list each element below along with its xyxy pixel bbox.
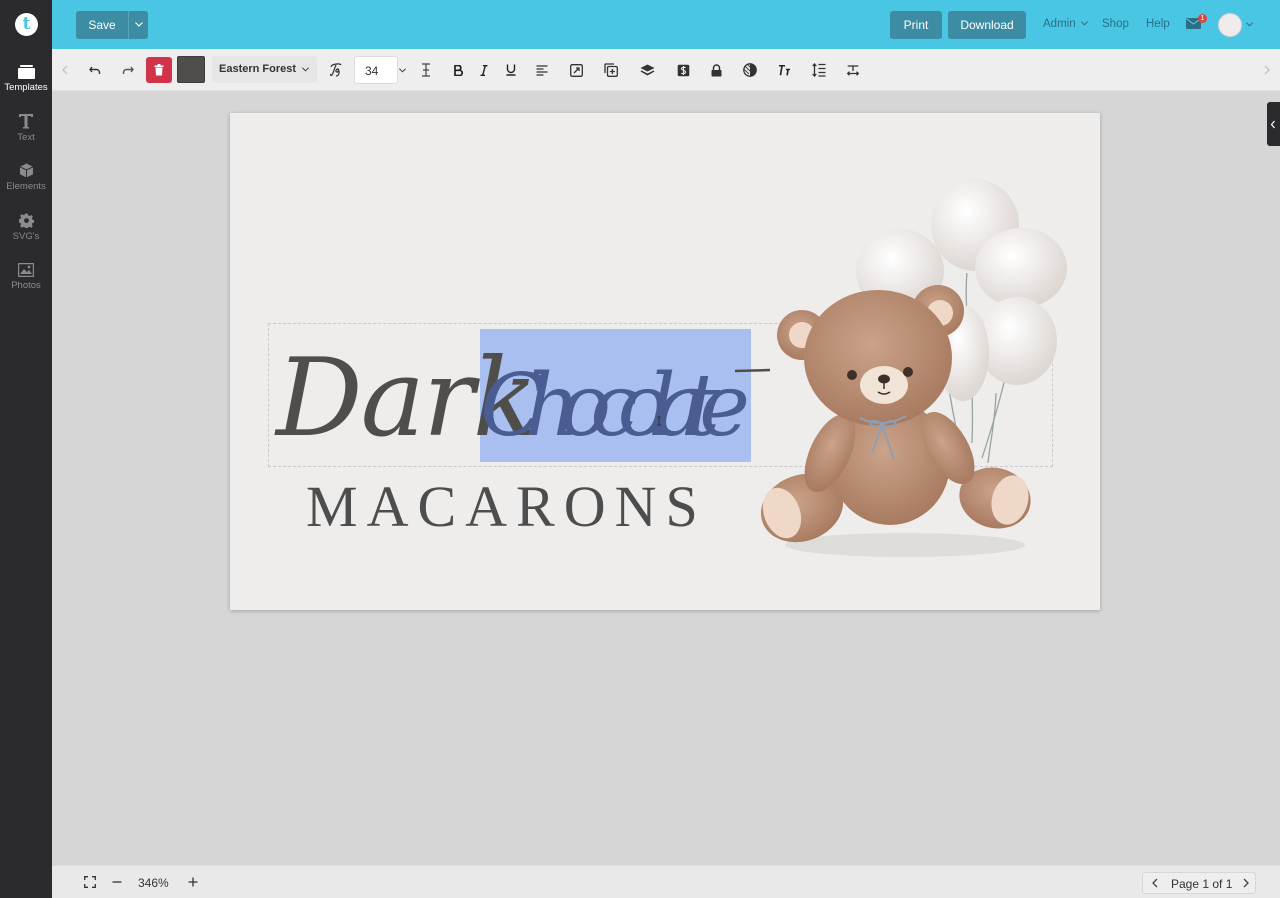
underline-icon (506, 64, 516, 76)
text-cursor-icon (422, 63, 430, 77)
sidebar-label-elements: Elements (6, 181, 46, 192)
text-transform-icon (779, 64, 790, 75)
duplicate-button[interactable] (600, 49, 622, 91)
toolbar-scroll-left[interactable] (58, 49, 72, 91)
sidebar-item-svgs[interactable]: SVG's (0, 213, 52, 242)
gear-icon (18, 213, 34, 228)
line-height-icon (812, 63, 826, 77)
fullscreen-icon[interactable] (84, 876, 96, 888)
templates-icon (17, 65, 35, 79)
page-label: Page 1 of 1 (1171, 877, 1233, 891)
text-icon (19, 114, 33, 129)
left-sidebar: t Templates Text Elements SVG's Photos (0, 0, 52, 898)
undo-icon (89, 66, 101, 74)
format-toolbar: Eastern Forest 34 (52, 49, 1280, 91)
zoom-in-icon[interactable] (188, 877, 198, 887)
chevron-right-icon (1264, 65, 1270, 75)
chevron-down-icon (135, 22, 143, 27)
save-button[interactable]: Save (76, 11, 148, 39)
script-underline-stroke (734, 368, 771, 373)
next-page-icon[interactable] (1243, 878, 1249, 888)
mail-badge: 1 (1198, 14, 1207, 23)
layers-icon (640, 64, 654, 76)
chevron-down-icon (399, 68, 406, 73)
app-logo[interactable]: t (15, 13, 38, 36)
admin-menu-label: Admin (1043, 18, 1076, 30)
letter-spacing-button[interactable] (842, 49, 864, 91)
align-button[interactable] (532, 49, 552, 91)
chevron-left-icon (1270, 120, 1275, 129)
dollar-icon (677, 64, 689, 76)
chevron-down-icon (1080, 21, 1088, 27)
print-button[interactable]: Print (890, 11, 942, 39)
font-style-button[interactable] (326, 49, 346, 91)
sidebar-label-text: Text (17, 132, 35, 143)
bold-icon (453, 64, 463, 76)
trash-icon (154, 64, 164, 76)
lock-icon (711, 63, 721, 76)
previous-page-icon[interactable] (1152, 878, 1158, 888)
resize-button[interactable] (565, 49, 587, 91)
redo-icon (122, 66, 134, 74)
sidebar-label-photos: Photos (11, 280, 41, 291)
font-style-icon (329, 63, 342, 77)
sidebar-item-templates[interactable]: Templates (0, 64, 52, 93)
bold-button[interactable] (448, 49, 468, 91)
opacity-button[interactable] (739, 49, 761, 91)
help-link[interactable]: Help (1146, 18, 1170, 30)
text-color-swatch[interactable] (177, 56, 205, 83)
text-cursor-button[interactable] (416, 49, 436, 91)
price-tag-button[interactable] (672, 49, 694, 91)
toolbar-scroll-right[interactable] (1260, 49, 1274, 91)
sidebar-label-svgs: SVG's (12, 231, 40, 242)
font-family-select[interactable]: Eastern Forest (212, 56, 317, 83)
bottom-bar: 346% Page 1 of 1 (52, 865, 1280, 898)
sidebar-label-templates: Templates (4, 82, 48, 93)
font-size-input[interactable]: 34 (354, 56, 398, 84)
zoom-out-icon[interactable] (112, 877, 122, 887)
text-transform-button[interactable] (773, 49, 795, 91)
design-artboard[interactable]: Dark Chocolate MACARONS (230, 113, 1100, 610)
layers-button[interactable] (636, 49, 658, 91)
script-word-chocolate[interactable]: Chocolate (480, 356, 750, 456)
image-icon (18, 263, 34, 277)
page-navigator: Page 1 of 1 (1142, 872, 1256, 894)
opacity-icon (743, 63, 757, 77)
save-button-label: Save (88, 18, 116, 32)
italic-icon (480, 64, 488, 76)
chevron-left-icon (62, 65, 68, 75)
download-button[interactable]: Download (948, 11, 1026, 39)
cube-icon (19, 163, 33, 178)
font-size-dropdown[interactable] (398, 56, 408, 84)
delete-button[interactable] (146, 57, 172, 83)
shop-link[interactable]: Shop (1102, 18, 1129, 30)
sidebar-item-elements[interactable]: Elements (0, 163, 52, 192)
underline-button[interactable] (501, 49, 521, 91)
redo-button[interactable] (117, 49, 139, 91)
resize-icon (569, 63, 583, 77)
logo-letter: t (22, 14, 31, 34)
align-left-icon (536, 64, 548, 76)
save-options-button[interactable] (128, 11, 148, 39)
lock-button[interactable] (705, 49, 727, 91)
right-panel-toggle[interactable] (1267, 102, 1280, 146)
duplicate-icon (604, 63, 618, 77)
undo-button[interactable] (84, 49, 106, 91)
sidebar-item-text[interactable]: Text (0, 113, 52, 143)
letter-spacing-icon (847, 64, 859, 76)
top-bar: Save Print Download Admin Shop Help 1 (52, 0, 1280, 49)
macarons-title[interactable]: MACARONS (306, 473, 707, 540)
chevron-down-icon (302, 67, 309, 72)
admin-menu[interactable]: Admin (1043, 18, 1088, 30)
sidebar-item-photos[interactable]: Photos (0, 263, 52, 291)
zoom-level: 346% (138, 876, 169, 890)
italic-button[interactable] (474, 49, 494, 91)
line-height-button[interactable] (808, 49, 830, 91)
chevron-down-icon[interactable] (1246, 22, 1253, 27)
avatar[interactable] (1218, 13, 1242, 37)
font-family-value: Eastern Forest (219, 63, 297, 75)
